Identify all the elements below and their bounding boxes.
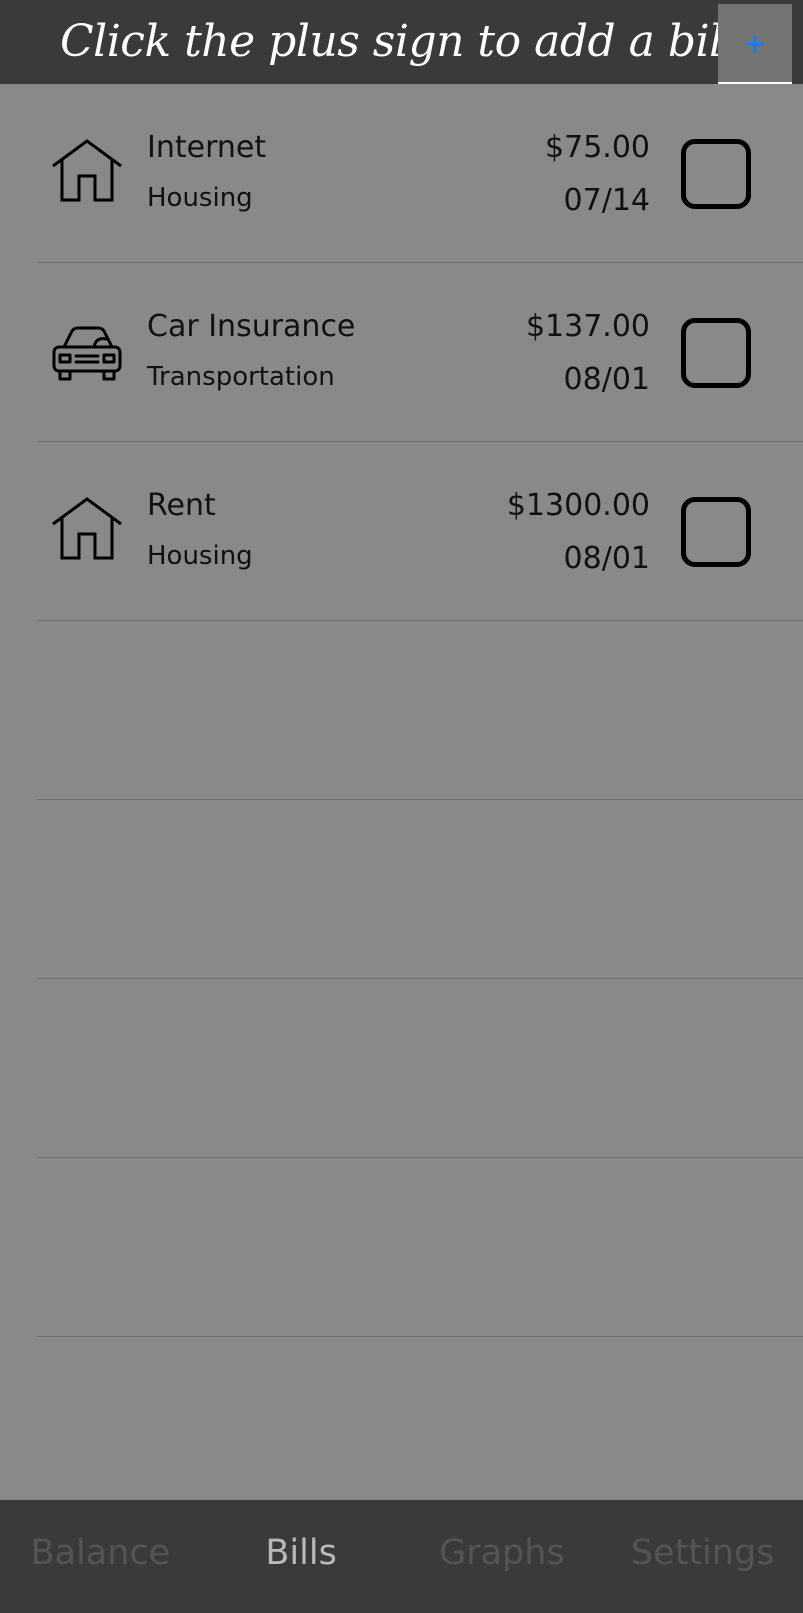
bill-amount: $1300.00: [506, 488, 650, 523]
empty-row: [0, 1158, 803, 1337]
tab-bar: Balance Bills Graphs Settings: [0, 1500, 803, 1613]
empty-row: [0, 1337, 803, 1516]
empty-row: [0, 621, 803, 800]
bill-row[interactable]: Internet Housing $75.00 07/14: [0, 84, 803, 263]
bill-name: Rent: [147, 488, 216, 523]
car-icon: [50, 315, 124, 387]
empty-row: [0, 979, 803, 1158]
bill-category: Housing: [147, 541, 253, 571]
paid-checkbox[interactable]: [681, 497, 751, 567]
house-icon: [50, 494, 124, 566]
bill-category: Housing: [147, 183, 253, 213]
tab-bills[interactable]: Bills: [201, 1500, 402, 1613]
bill-category: Transportation: [147, 362, 335, 392]
add-bill-button[interactable]: +: [718, 4, 792, 84]
paid-checkbox[interactable]: [681, 318, 751, 388]
house-icon: [50, 136, 124, 208]
bill-amount: $75.00: [545, 130, 650, 165]
paid-checkbox[interactable]: [681, 139, 751, 209]
add-bill-hint: Click the plus sign to add a bill: [60, 16, 737, 67]
empty-row: [0, 800, 803, 979]
hint-bar: Click the plus sign to add a bill +: [0, 0, 803, 84]
tab-settings[interactable]: Settings: [602, 1500, 803, 1613]
bill-row[interactable]: Rent Housing $1300.00 08/01: [0, 442, 803, 621]
bill-name: Car Insurance: [147, 309, 356, 344]
bill-name: Internet: [147, 130, 267, 165]
bill-row[interactable]: Car Insurance Transportation $137.00 08/…: [0, 263, 803, 442]
bill-amount: $137.00: [525, 309, 650, 344]
bill-due-date: 08/01: [563, 362, 650, 397]
tab-graphs[interactable]: Graphs: [402, 1500, 603, 1613]
tab-balance[interactable]: Balance: [0, 1500, 201, 1613]
bill-due-date: 08/01: [563, 541, 650, 576]
bill-due-date: 07/14: [563, 183, 650, 218]
